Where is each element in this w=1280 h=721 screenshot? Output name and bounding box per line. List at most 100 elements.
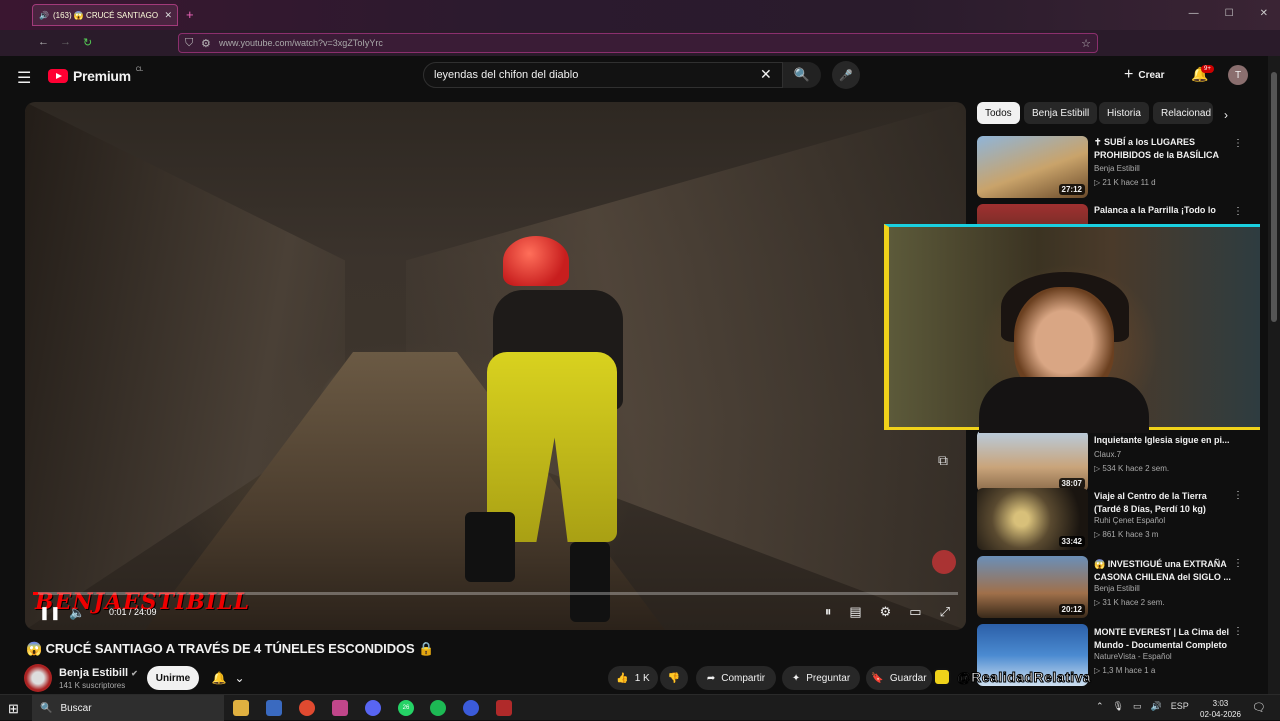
fullscreen-icon[interactable]: ⤢ [940, 604, 950, 620]
join-button[interactable]: Unirme [147, 666, 199, 690]
miniplayer-icon[interactable]: ⧉ [938, 452, 948, 469]
subscription-notifications-button[interactable]: 🔔 ⌄ [204, 666, 252, 690]
share-button[interactable]: ➦ Compartir [696, 666, 776, 690]
chip-channel[interactable]: Benja Estibill [1024, 102, 1098, 124]
chevron-up-icon[interactable]: ⌃ [1096, 701, 1104, 712]
windows-start-icon[interactable]: ⊞ [8, 701, 19, 717]
recommendation-thumbnail[interactable]: 20:12 [977, 556, 1088, 618]
recommendation-channel[interactable]: Claux.7 [1094, 450, 1121, 459]
subtitles-icon[interactable]: ▤ [849, 604, 861, 620]
obs-icon[interactable] [496, 700, 512, 716]
time-display: 0:01 / 24:09 [109, 607, 157, 617]
more-options-icon[interactable]: ⋮ [1233, 626, 1243, 637]
forward-icon[interactable]: → [60, 36, 71, 48]
volume-icon[interactable]: 🔊 [1151, 701, 1162, 712]
channel-name[interactable]: Benja Estibill ✔ [59, 667, 138, 679]
browser-tab-bar: 🔊 (163) 😱 CRUCÉ SANTIAGO ✕ + — ☐ ✕ [0, 0, 1280, 30]
ask-button[interactable]: ✦ Preguntar [782, 666, 860, 690]
subscriber-count: 141 K suscriptores [59, 681, 126, 690]
more-options-icon[interactable]: ⋮ [1233, 558, 1243, 569]
chip-history[interactable]: Historia [1099, 102, 1149, 124]
recommendation-item[interactable]: 38:07 Inquietante Iglesia sigue en pi...… [977, 430, 1267, 492]
recommendation-title[interactable]: ✝ SUBÍ a los LUGARES PROHIBIDOS de la BA… [1094, 136, 1234, 162]
volume-icon[interactable]: 🔈 [69, 605, 85, 621]
recommendation-title[interactable]: Viaje al Centro de la Tierra (Tardé 8 Dí… [1094, 490, 1234, 516]
dislike-button[interactable]: 👎 [660, 666, 688, 690]
spotify-icon[interactable] [430, 700, 446, 716]
minimize-button[interactable]: — [1189, 8, 1199, 19]
recommendation-title[interactable]: 😱 INVESTIGUÉ una EXTRAÑA CASONA CHILENA … [1094, 558, 1234, 584]
back-icon[interactable]: ← [38, 36, 49, 48]
address-bar[interactable]: ⛉ ⚙ www.youtube.com/watch?v=3xgZToIyYrc … [178, 33, 1098, 53]
recommendation-item[interactable]: 33:42 Viaje al Centro de la Tierra (Tard… [977, 488, 1267, 550]
search-button[interactable]: 🔍 [783, 62, 821, 88]
like-button[interactable]: 👍 1 K [608, 666, 658, 690]
recommendation-title[interactable]: MONTE EVEREST | La Cima del Mundo - Docu… [1094, 626, 1234, 652]
channel-avatar[interactable] [24, 664, 52, 692]
hamburger-menu-icon[interactable]: ☰ [17, 68, 31, 88]
theater-mode-icon[interactable]: ▭ [909, 604, 921, 620]
app-launcher-icon[interactable] [463, 700, 479, 716]
new-tab-button[interactable]: + [186, 7, 194, 22]
close-window-button[interactable]: ✕ [1260, 8, 1268, 19]
reload-icon[interactable]: ↻ [83, 36, 92, 49]
recommendation-title[interactable]: Palanca a la Parrilla ¡Todo lo [1094, 204, 1234, 217]
chip-all[interactable]: Todos [977, 102, 1020, 124]
notification-center-icon[interactable]: 🗨 [1252, 701, 1266, 714]
tab-close-icon[interactable]: ✕ [164, 10, 172, 21]
language-indicator[interactable]: ESP [1171, 701, 1189, 712]
recommendation-channel[interactable]: Benja Estibill [1094, 584, 1140, 593]
taskbar-clock[interactable]: 3:03 02-04-2026 [1200, 698, 1241, 720]
whatsapp-icon[interactable]: 26 [398, 700, 414, 716]
create-label: Crear [1138, 69, 1165, 81]
recommendation-thumbnail[interactable]: 27:12 [977, 136, 1088, 198]
more-options-icon[interactable]: ⋮ [1233, 206, 1243, 217]
recommendation-title[interactable]: Inquietante Iglesia sigue en pi... [1094, 434, 1234, 447]
save-button[interactable]: 🔖 Guardar [866, 666, 932, 690]
chip-related[interactable]: Relacionad [1153, 102, 1213, 124]
video-player[interactable]: ⧉ BENJAESTIBILL ❚❚ 🔈 0:01 / 24:09 ⏸ ▤ ⚙ … [25, 102, 966, 630]
page-scrollbar[interactable] [1268, 56, 1280, 694]
file-explorer-icon[interactable] [233, 700, 249, 716]
speaker-icon[interactable]: 🔊 [39, 11, 49, 20]
recommendation-item[interactable]: 20:12 😱 INVESTIGUÉ una EXTRAÑA CASONA CH… [977, 556, 1267, 618]
youtube-play-icon [48, 69, 68, 83]
taskbar-search-placeholder: Buscar [60, 702, 92, 714]
more-options-icon[interactable]: ⋮ [1233, 490, 1243, 501]
voice-search-button[interactable]: 🎤 [832, 61, 860, 89]
scrollbar-thumb[interactable] [1271, 72, 1277, 322]
recommendation-thumbnail[interactable]: 33:42 [977, 488, 1088, 550]
search-input[interactable]: leyendas del chifon del diablo [423, 62, 783, 88]
create-button[interactable]: + Crear [1124, 66, 1164, 84]
network-icon[interactable]: ▭ [1133, 701, 1142, 712]
shield-icon[interactable]: ⛉ [185, 37, 193, 50]
account-avatar[interactable]: T [1228, 65, 1248, 85]
autoplay-toggle-icon[interactable]: ⏸ [825, 604, 832, 620]
settings-gear-icon[interactable]: ⚙ [880, 604, 892, 620]
bookmark-star-icon[interactable]: ☆ [1081, 37, 1091, 50]
recommendation-channel[interactable]: Benja Estibill [1094, 164, 1140, 173]
recommendation-meta: ▷ 534 K hace 2 sem. [1094, 464, 1170, 473]
channel-watermark-avatar[interactable] [932, 550, 956, 574]
chrome-icon[interactable] [299, 700, 315, 716]
youtube-premium-logo[interactable]: Premium CL [48, 67, 143, 84]
microphone-icon[interactable]: 🎙 [1113, 701, 1124, 712]
discord-icon[interactable] [365, 700, 381, 716]
maximize-button[interactable]: ☐ [1225, 8, 1234, 19]
youtube-header: ☰ Premium CL leyendas del chifon del dia… [0, 56, 1268, 96]
firefox-icon[interactable] [332, 700, 348, 716]
progress-bar[interactable] [33, 592, 958, 595]
recommendation-channel[interactable]: Ruhi Çenet Español [1094, 516, 1165, 525]
taskbar-search[interactable]: 🔍 Buscar [32, 695, 224, 721]
store-icon[interactable] [266, 700, 282, 716]
chevron-right-icon[interactable]: › [1224, 108, 1228, 122]
browser-tab[interactable]: 🔊 (163) 😱 CRUCÉ SANTIAGO ✕ [32, 4, 178, 26]
clear-search-icon[interactable]: ✕ [760, 66, 772, 83]
recommendation-thumbnail[interactable]: 38:07 [977, 430, 1088, 492]
site-settings-icon[interactable]: ⚙ [201, 37, 211, 50]
plus-icon: + [1124, 66, 1134, 83]
pause-icon[interactable]: ❚❚ [39, 605, 61, 621]
recommendation-channel[interactable]: NatureVista - Español [1094, 652, 1172, 661]
more-options-icon[interactable]: ⋮ [1233, 138, 1243, 149]
recommendation-item[interactable]: 27:12 ✝ SUBÍ a los LUGARES PROHIBIDOS de… [977, 136, 1267, 198]
